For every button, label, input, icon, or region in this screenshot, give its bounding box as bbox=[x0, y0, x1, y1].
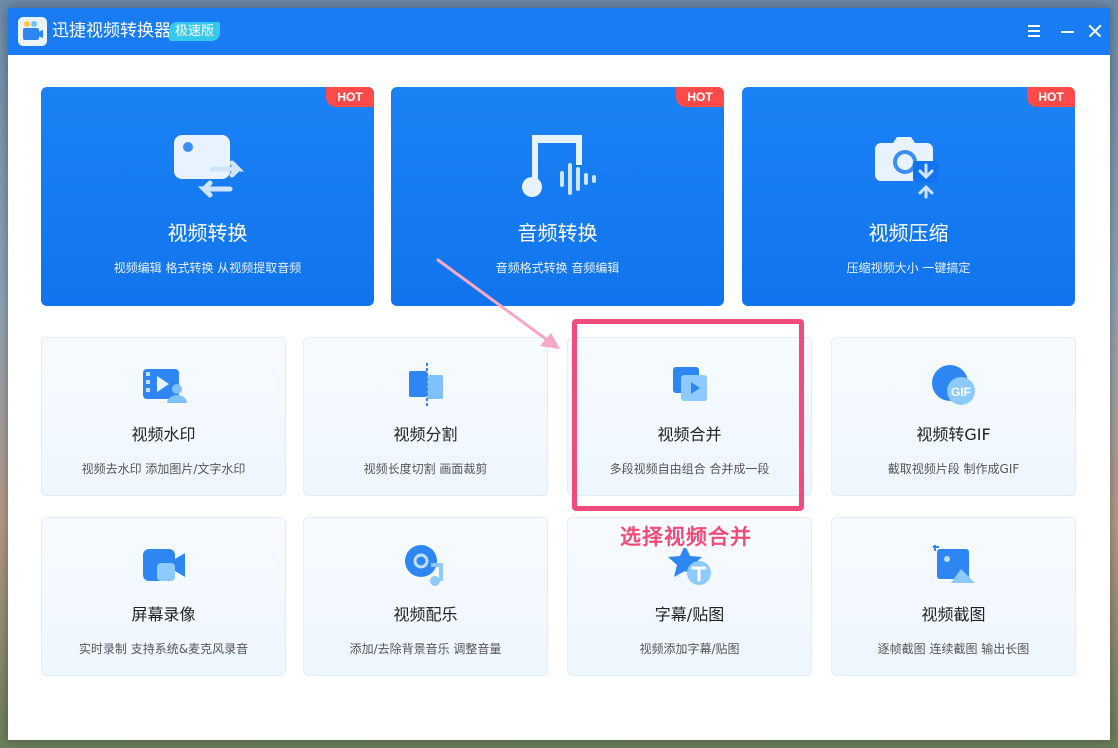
watermark-icon bbox=[139, 363, 189, 407]
gif-icon-text: GIF bbox=[951, 385, 971, 399]
card-desc: 音频格式转换 音频编辑 bbox=[495, 261, 620, 275]
card-desc: 视频去水印 添加图片/文字水印 bbox=[81, 462, 246, 476]
app-title: 迅捷视频转换器 bbox=[52, 21, 171, 41]
hot-badge: HOT bbox=[676, 87, 724, 107]
tool-card-screenshot[interactable]: 视频截图 逐帧截图 连续截图 输出长图 bbox=[831, 517, 1076, 676]
card-desc: 压缩视频大小 一键搞定 bbox=[846, 261, 971, 275]
app-logo-icon bbox=[18, 17, 47, 46]
card-title: 屏幕录像 bbox=[131, 605, 196, 624]
card-desc: 截取视频片段 制作成GIF bbox=[887, 462, 1020, 476]
tool-card-gif[interactable]: GIF 视频转GIF 截取视频片段 制作成GIF bbox=[831, 337, 1076, 496]
video-convert-card[interactable]: HOT 视频转换 视频编辑 格式转换 从视频提取音频 bbox=[41, 87, 374, 306]
screen-record-icon bbox=[139, 543, 189, 587]
video-compress-card[interactable]: HOT 视频压缩 压缩视频大小 一键搞定 bbox=[742, 87, 1075, 306]
card-desc: 添加/去除背景音乐 调整音量 bbox=[349, 642, 502, 656]
video-compress-icon bbox=[869, 131, 949, 201]
tool-card-watermark[interactable]: 视频水印 视频去水印 添加图片/文字水印 bbox=[41, 337, 286, 496]
card-desc: 多段视频自由组合 合并成一段 bbox=[609, 462, 770, 476]
card-title: 视频分割 bbox=[393, 425, 458, 444]
card-title: 视频转换 bbox=[167, 221, 248, 245]
card-title: 视频转GIF bbox=[916, 425, 991, 444]
tool-card-split[interactable]: 视频分割 视频长度切割 画面裁剪 bbox=[303, 337, 548, 496]
merge-icon bbox=[665, 363, 715, 407]
card-desc: 视频添加字幕/贴图 bbox=[639, 642, 740, 656]
hot-badge: HOT bbox=[326, 87, 374, 107]
tool-card-merge[interactable]: 视频合并 多段视频自由组合 合并成一段 bbox=[567, 337, 812, 496]
music-icon bbox=[401, 543, 451, 587]
card-title: 视频水印 bbox=[131, 425, 196, 444]
card-title: 音频转换 bbox=[517, 221, 598, 245]
annotation-label: 选择视频合并 bbox=[620, 525, 752, 549]
card-desc: 逐帧截图 连续截图 输出长图 bbox=[877, 642, 1030, 656]
hot-badge: HOT bbox=[1027, 87, 1075, 107]
card-title: 视频压缩 bbox=[868, 221, 949, 245]
card-desc: 视频长度切割 画面裁剪 bbox=[363, 462, 488, 476]
edition-badge: 极速版 bbox=[169, 22, 221, 41]
screenshot-icon bbox=[929, 543, 979, 587]
title-bar: 迅捷视频转换器 极速版 bbox=[8, 8, 1110, 55]
app-window: 迅捷视频转换器 极速版 HOT 视频转换 视频编辑 格式转换 从视频提取音频 H… bbox=[8, 8, 1110, 740]
card-desc: 视频编辑 格式转换 从视频提取音频 bbox=[113, 261, 302, 275]
audio-convert-card[interactable]: HOT 音频转换 音频格式转换 音频编辑 bbox=[391, 87, 724, 306]
card-desc: 实时录制 支持系统&麦克风录音 bbox=[78, 642, 249, 656]
split-icon bbox=[401, 363, 451, 407]
close-icon[interactable] bbox=[1084, 20, 1106, 42]
tool-card-music[interactable]: 视频配乐 添加/去除背景音乐 调整音量 bbox=[303, 517, 548, 676]
card-title: 字幕/贴图 bbox=[654, 605, 725, 624]
card-title: 视频截图 bbox=[921, 605, 986, 624]
minimize-icon[interactable] bbox=[1056, 20, 1078, 42]
card-title: 视频合并 bbox=[657, 425, 722, 444]
card-title: 视频配乐 bbox=[393, 605, 458, 624]
audio-convert-icon bbox=[518, 131, 598, 201]
gif-icon: GIF bbox=[929, 363, 979, 407]
menu-icon[interactable] bbox=[1023, 20, 1045, 42]
video-convert-icon bbox=[168, 131, 248, 201]
tool-card-screen-record[interactable]: 屏幕录像 实时录制 支持系统&麦克风录音 bbox=[41, 517, 286, 676]
